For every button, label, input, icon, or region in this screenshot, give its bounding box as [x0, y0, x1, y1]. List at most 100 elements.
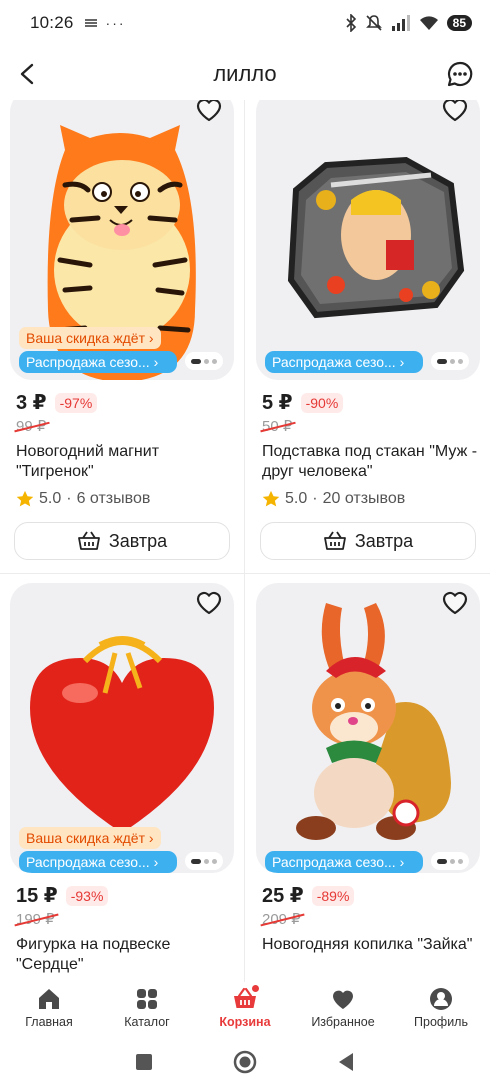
price: 15 ₽ — [16, 885, 58, 907]
system-back-button[interactable] — [337, 1052, 355, 1072]
pagination-dot — [191, 358, 201, 364]
product-image[interactable]: Распродажа сезо... › — [256, 583, 480, 873]
product-card[interactable]: Ваша скидка ждёт › Распродажа сезо... › … — [10, 100, 234, 560]
heart-icon — [333, 990, 353, 1009]
discount-promo-badge[interactable]: Ваша скидка ждёт › — [19, 827, 161, 849]
image-pagination — [431, 852, 469, 870]
pagination-dot — [458, 358, 463, 364]
season-sale-badge[interactable]: Распродажа сезо... › — [265, 851, 423, 873]
rating-value: 5.0 — [39, 490, 62, 507]
favorite-button[interactable] — [440, 587, 470, 617]
price-row: 3 ₽ -97% — [10, 390, 234, 415]
basket-icon — [77, 531, 100, 550]
star-icon — [262, 490, 280, 507]
pagination-dot — [437, 358, 447, 364]
battery-indicator: 85 — [446, 15, 472, 31]
cart-badge — [251, 984, 260, 993]
add-to-cart-button[interactable]: Завтра — [14, 522, 230, 560]
deliver-label: Завтра — [108, 530, 168, 551]
rating-separator: · — [312, 490, 318, 507]
price-row: 25 ₽ -89% — [256, 883, 480, 908]
pagination-dot — [450, 858, 455, 864]
discount-badge: -97% — [54, 392, 98, 413]
pagination-dot — [204, 858, 209, 864]
bluetooth-icon — [346, 14, 356, 32]
heart-outline-icon — [196, 100, 222, 122]
old-price: 209 ₽ — [256, 910, 301, 928]
discount-badge: -89% — [311, 885, 355, 906]
chat-button[interactable] — [446, 60, 474, 88]
nav-label: Корзина — [219, 1015, 271, 1029]
product-card[interactable]: Ваша скидка ждёт › Распродажа сезо... › … — [10, 583, 234, 975]
status-time: 10:26 — [30, 13, 74, 32]
cart-icon-wrap — [232, 984, 260, 1012]
price-row: 5 ₽ -90% — [256, 390, 480, 415]
favorite-button[interactable] — [194, 100, 224, 124]
price: 5 ₽ — [262, 392, 293, 414]
product-image[interactable]: Ваша скидка ждёт › Распродажа сезо... › — [10, 100, 234, 380]
wifi-icon — [419, 16, 438, 30]
product-grid: Ваша скидка ждёт › Распродажа сезо... › … — [0, 100, 490, 982]
image-pagination — [431, 352, 469, 370]
product-title[interactable]: Фигурка на подвеске "Сердце" — [10, 935, 234, 975]
heart-outline-icon — [442, 100, 468, 122]
discount-badge: -93% — [65, 885, 109, 906]
pagination-dot — [458, 858, 463, 864]
status-bar: 10:26 ··· 85 — [0, 0, 490, 46]
discount-badge: -90% — [300, 392, 344, 413]
product-card[interactable]: Распродажа сезо... › 5 ₽ -90% 50 ₽ Подст… — [256, 100, 480, 560]
season-sale-badge[interactable]: Распродажа сезо... › — [19, 851, 177, 873]
signal-icon — [391, 15, 410, 31]
old-price: 199 ₽ — [10, 910, 55, 928]
image-pagination — [185, 852, 223, 870]
discount-promo-badge[interactable]: Ваша скидка ждёт › — [19, 327, 161, 349]
nav-item-profile[interactable]: Профиль — [392, 986, 490, 1029]
bunny-piggybank-image — [296, 603, 451, 840]
reviews-count[interactable]: 6 отзывов — [77, 490, 151, 508]
product-card[interactable]: Распродажа сезо... › 25 ₽ -89% 209 ₽ Нов… — [256, 583, 480, 975]
home-icon — [39, 989, 59, 1009]
nav-label: Главная — [25, 1015, 73, 1029]
nav-label: Каталог — [124, 1015, 170, 1029]
nav-label: Избранное — [311, 1015, 375, 1029]
page-title: лилло — [213, 61, 277, 86]
product-title[interactable]: Новогодний магнит "Тигренок" — [10, 442, 234, 482]
price-row: 15 ₽ -93% — [10, 883, 234, 908]
nav-item-home[interactable]: Главная — [0, 986, 98, 1029]
bottom-nav: Главная Каталог Корзина Избранное Профил… — [0, 982, 490, 1034]
nav-item-catalog[interactable]: Каталог — [98, 986, 196, 1029]
chat-icon — [447, 61, 473, 87]
favorite-button[interactable] — [194, 587, 224, 617]
rating-row: 5.0 · 6 отзывов — [10, 490, 234, 508]
product-title[interactable]: Новогодняя копилка "Зайка" — [256, 935, 480, 975]
recents-button[interactable] — [135, 1053, 153, 1071]
image-pagination — [185, 352, 223, 370]
back-arrow-icon — [20, 63, 34, 85]
favorite-button[interactable] — [440, 100, 470, 124]
season-sale-badge[interactable]: Распродажа сезо... › — [19, 351, 177, 373]
home-button[interactable] — [233, 1050, 257, 1074]
pagination-dot — [212, 358, 217, 364]
price: 3 ₽ — [16, 392, 47, 414]
rating-value: 5.0 — [285, 490, 308, 507]
heart-outline-icon — [442, 591, 468, 615]
nav-item-favorites[interactable]: Избранное — [294, 986, 392, 1029]
grid-divider — [0, 573, 490, 574]
product-image[interactable]: Распродажа сезо... › — [256, 100, 480, 380]
back-button[interactable] — [12, 58, 44, 90]
rating-separator: · — [66, 490, 72, 507]
reviews-count[interactable]: 20 отзывов — [323, 490, 406, 508]
app-header: лилло — [0, 48, 490, 100]
catalog-icon — [137, 989, 157, 1009]
price: 25 ₽ — [262, 885, 304, 907]
star-icon — [16, 490, 34, 507]
product-image[interactable]: Ваша скидка ждёт › Распродажа сезо... › — [10, 583, 234, 873]
profile-icon — [430, 988, 452, 1010]
season-sale-badge[interactable]: Распродажа сезо... › — [265, 351, 423, 373]
nav-item-cart[interactable]: Корзина — [196, 984, 294, 1029]
product-title[interactable]: Подставка под стакан "Муж - друг человек… — [256, 442, 480, 482]
pagination-dot — [204, 358, 209, 364]
pagination-dot — [437, 858, 447, 864]
heart-outline-icon — [196, 591, 222, 615]
add-to-cart-button[interactable]: Завтра — [260, 522, 476, 560]
